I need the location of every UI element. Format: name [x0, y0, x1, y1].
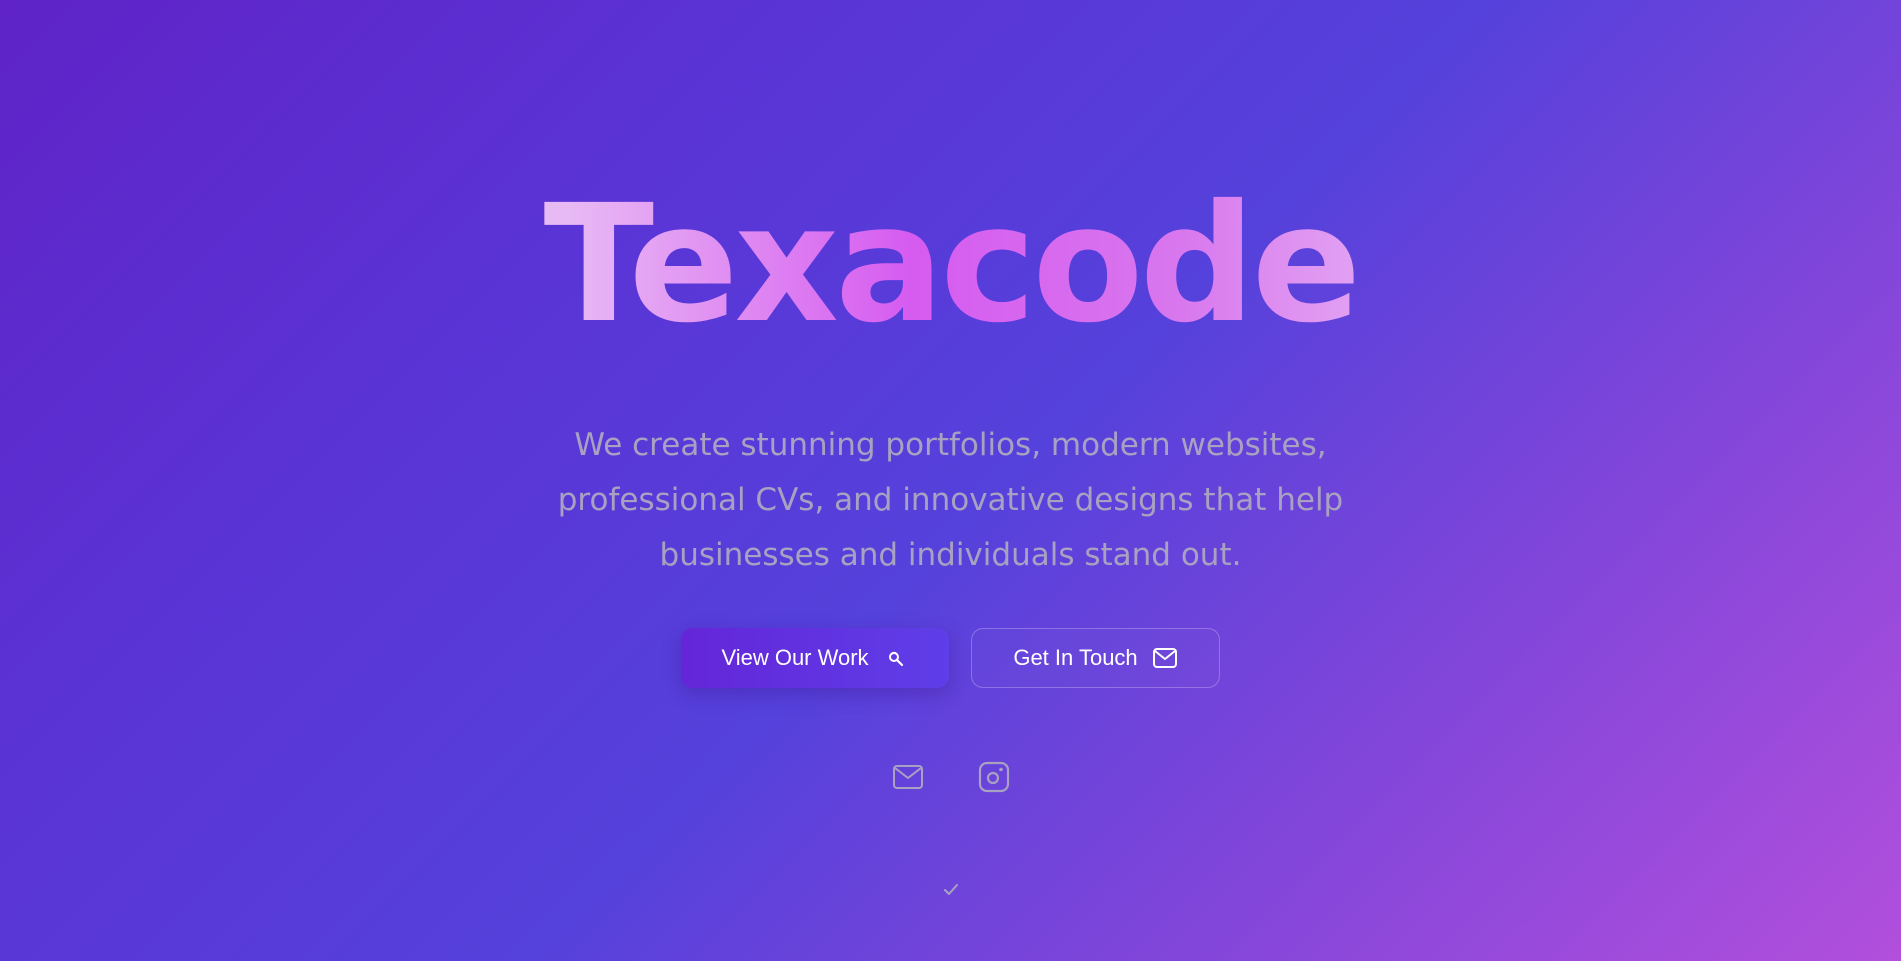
mail-icon [892, 764, 924, 795]
social-email-link[interactable] [891, 762, 925, 796]
hero-title: Texacode [0, 175, 1901, 355]
hero-section: Texacode We create stunning portfolios, … [0, 0, 1901, 961]
view-our-work-label: View Our Work [721, 645, 869, 670]
view-our-work-button[interactable]: View Our Work [681, 628, 949, 688]
magnifier-icon [883, 645, 909, 671]
social-instagram-link[interactable] [977, 761, 1011, 798]
get-in-touch-button[interactable]: Get In Touch [971, 628, 1220, 688]
hero-tagline: We create stunning portfolios, modern we… [557, 427, 1344, 573]
mail-icon [1152, 645, 1178, 671]
scroll-down-indicator[interactable] [941, 882, 961, 902]
check-icon [943, 883, 959, 902]
get-in-touch-label: Get In Touch [1013, 645, 1138, 670]
instagram-icon [978, 761, 1010, 798]
